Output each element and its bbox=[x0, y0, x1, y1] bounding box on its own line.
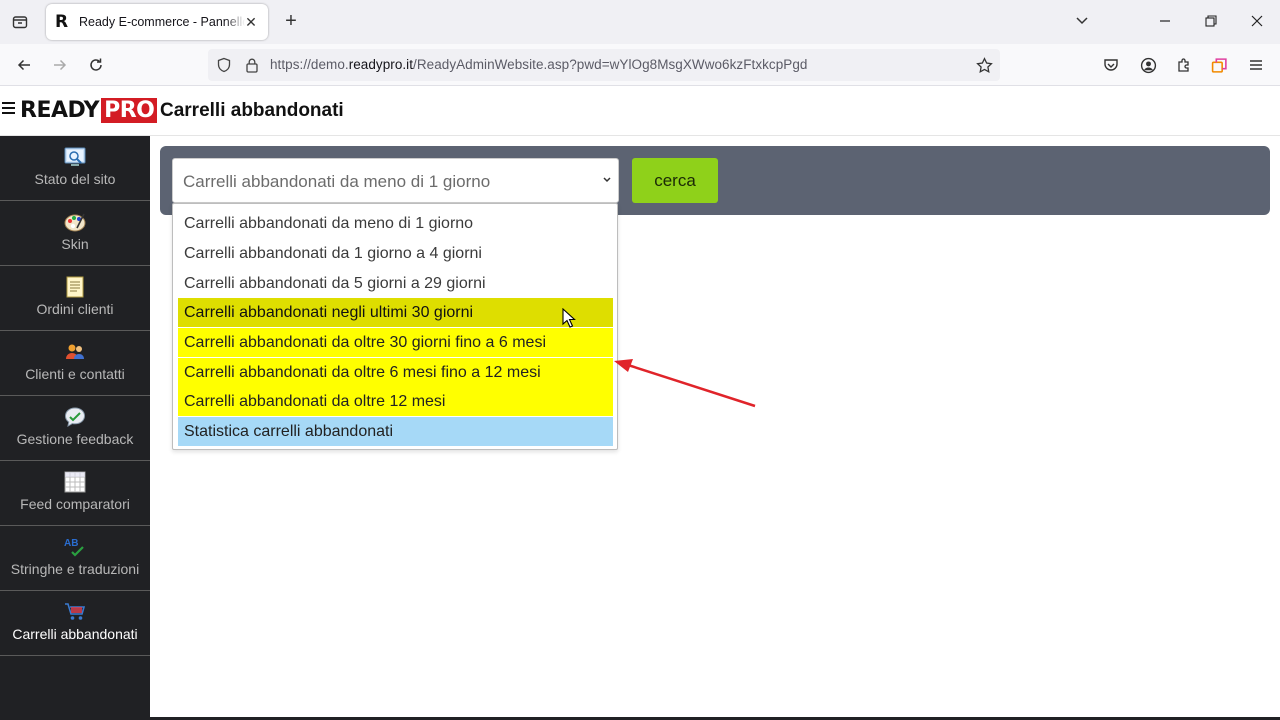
dropdown-option-statistics[interactable]: Statistica carrelli abbandonati bbox=[178, 417, 613, 446]
sidebar-toggle-icon[interactable] bbox=[2, 102, 15, 114]
sidebar-item-label: Feed comparatori bbox=[20, 496, 130, 512]
tab-title: Ready E-commerce - Pannello di controllo bbox=[79, 15, 245, 29]
browser-nav-bar: https://demo.readypro.it/ReadyAdminWebsi… bbox=[0, 44, 1280, 86]
dropdown-option-highlighted[interactable]: Carrelli abbandonati da oltre 12 mesi bbox=[178, 387, 613, 416]
minimize-icon[interactable] bbox=[1155, 12, 1175, 32]
dropdown-option[interactable]: Carrelli abbandonati da 1 giorno a 4 gio… bbox=[178, 239, 613, 268]
close-window-icon[interactable] bbox=[1247, 12, 1267, 32]
dropdown-option-highlighted[interactable]: Carrelli abbandonati da oltre 30 giorni … bbox=[178, 328, 613, 357]
readypro-favicon-icon: R bbox=[55, 12, 69, 32]
new-tab-icon[interactable]: + bbox=[280, 11, 302, 33]
sidebar-item-stringhe-e-traduzioni[interactable]: AB Stringhe e traduzioni bbox=[0, 526, 150, 591]
cart-icon bbox=[65, 603, 86, 620]
sidebar-item-clienti-e-contatti[interactable]: Clienti e contatti bbox=[0, 331, 150, 396]
forward-arrow-icon[interactable] bbox=[49, 54, 71, 76]
sidebar-item-label: Carrelli abbandonati bbox=[12, 626, 138, 642]
extensions-puzzle-icon[interactable] bbox=[1173, 54, 1195, 76]
address-bar[interactable]: https://demo.readypro.it/ReadyAdminWebsi… bbox=[208, 49, 1000, 81]
sidebar-item-label: Clienti e contatti bbox=[25, 366, 125, 382]
multi-container-icon[interactable] bbox=[1208, 54, 1230, 76]
sidebar-item-label: Stato del sito bbox=[34, 171, 116, 187]
period-select[interactable]: Carrelli abbandonati da meno di 1 giorno bbox=[172, 158, 619, 203]
sidebar-item-gestione-feedback[interactable]: Gestione feedback bbox=[0, 396, 150, 461]
grid-icon bbox=[64, 471, 86, 493]
tracking-shield-icon[interactable] bbox=[213, 54, 235, 76]
reload-icon[interactable] bbox=[85, 54, 107, 76]
tab-overflow-chevron-icon[interactable] bbox=[1072, 12, 1092, 32]
restore-icon[interactable] bbox=[1201, 12, 1221, 32]
feedback-bubble-icon bbox=[64, 407, 86, 427]
page-title: Carrelli abbandonati bbox=[160, 100, 344, 121]
app-header: READY PRO Carrelli abbandonati bbox=[0, 86, 1280, 136]
browser-tab-active[interactable]: R Ready E-commerce - Pannello di control… bbox=[46, 4, 268, 40]
search-button[interactable]: cerca bbox=[632, 158, 718, 203]
palette-icon bbox=[64, 213, 86, 232]
pocket-icon[interactable] bbox=[1100, 54, 1122, 76]
lock-icon[interactable] bbox=[241, 54, 263, 76]
sidebar-item-ordini-clienti[interactable]: Ordini clienti bbox=[0, 266, 150, 331]
mouse-cursor-icon bbox=[562, 308, 576, 328]
browser-tab-bar: R Ready E-commerce - Pannello di control… bbox=[0, 0, 1280, 44]
dropdown-option[interactable]: Carrelli abbandonati da meno di 1 giorno bbox=[178, 209, 613, 238]
sidebar-item-label: Skin bbox=[61, 236, 89, 252]
dropdown-option-highlighted[interactable]: Carrelli abbandonati da oltre 6 mesi fin… bbox=[178, 358, 613, 387]
menu-hamburger-icon[interactable] bbox=[1245, 54, 1267, 76]
sidebar-item-carrelli-abbandonati[interactable]: Carrelli abbandonati bbox=[0, 591, 150, 656]
account-icon[interactable] bbox=[1137, 54, 1159, 76]
tab-list-icon[interactable] bbox=[8, 10, 32, 34]
url-text: https://demo.readypro.it/ReadyAdminWebsi… bbox=[270, 57, 808, 72]
readypro-logo[interactable]: READY PRO bbox=[20, 98, 158, 123]
back-arrow-icon[interactable] bbox=[13, 54, 35, 76]
bookmark-star-icon[interactable] bbox=[973, 54, 995, 76]
sidebar-item-stato-del-sito[interactable]: Stato del sito bbox=[0, 136, 150, 201]
monitor-icon bbox=[64, 147, 86, 166]
svg-text:AB: AB bbox=[64, 538, 78, 549]
spellcheck-icon: AB bbox=[64, 538, 84, 557]
sidebar-item-feed-comparatori[interactable]: Feed comparatori bbox=[0, 461, 150, 526]
dropdown-option[interactable]: Carrelli abbandonati da 5 giorni a 29 gi… bbox=[178, 269, 613, 298]
tab-close-icon[interactable]: ✕ bbox=[242, 13, 260, 31]
sidebar-item-skin[interactable]: Skin bbox=[0, 201, 150, 266]
period-dropdown-list: Carrelli abbandonati da meno di 1 giorno… bbox=[172, 203, 618, 450]
notepad-icon bbox=[66, 276, 84, 298]
users-icon bbox=[66, 344, 84, 359]
dropdown-option-hovered[interactable]: Carrelli abbandonati negli ultimi 30 gio… bbox=[178, 298, 613, 327]
chevron-down-icon bbox=[603, 177, 611, 183]
sidebar-item-label: Stringhe e traduzioni bbox=[10, 561, 140, 577]
sidebar-item-label: Ordini clienti bbox=[36, 301, 114, 317]
period-select-value: Carrelli abbandonati da meno di 1 giorno bbox=[183, 172, 491, 191]
sidebar-item-label: Gestione feedback bbox=[16, 431, 134, 447]
sidebar: Stato del sito Skin Ordini clienti Clien… bbox=[0, 136, 150, 720]
